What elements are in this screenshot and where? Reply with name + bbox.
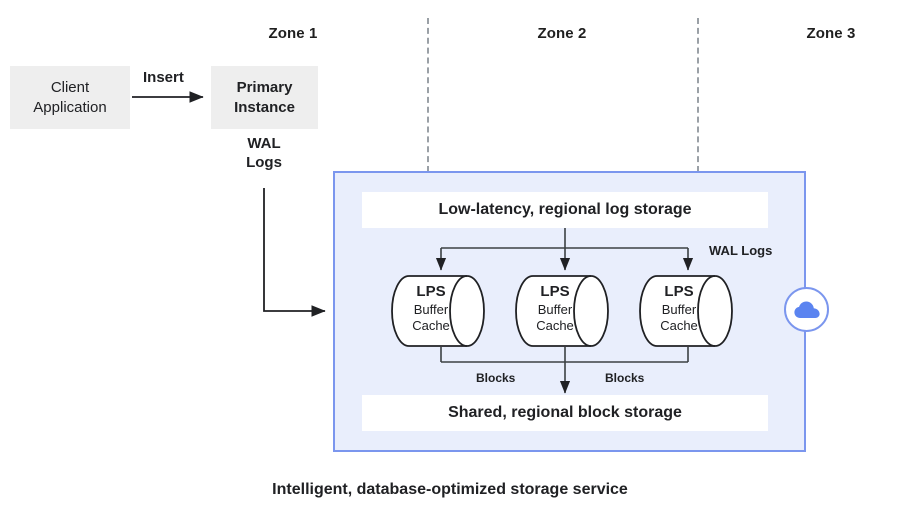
wal-logs-left-line-2: Logs <box>246 154 282 172</box>
client-application-box: Client Application <box>10 66 130 129</box>
lps-node-3-text: LPS Buffer Cache <box>649 283 709 334</box>
cloud-icon <box>793 301 820 318</box>
lps-node-3-title: LPS <box>664 283 694 300</box>
lps-node-3-sub-2: Cache <box>660 318 698 333</box>
lps-node-2-sub-1: Buffer <box>537 301 573 317</box>
primary-instance-line-2: Instance <box>234 98 295 116</box>
zone-divider-2 <box>697 18 699 172</box>
lps-node-3: LPS Buffer Cache <box>639 275 741 347</box>
lps-node-2-text: LPS Buffer Cache <box>525 283 585 334</box>
lps-node-2: LPS Buffer Cache <box>515 275 617 347</box>
insert-label: Insert <box>143 69 184 86</box>
log-storage-bar: Low-latency, regional log storage <box>362 192 768 228</box>
wal-logs-right-label: WAL Logs <box>709 243 773 258</box>
block-storage-bar: Shared, regional block storage <box>362 395 768 431</box>
lps-node-1-title: LPS <box>416 283 446 300</box>
lps-node-3-sub-1: Buffer <box>661 301 697 317</box>
diagram-caption: Intelligent, database-optimized storage … <box>272 481 628 498</box>
wal-logs-left-line-1: WAL <box>247 135 281 152</box>
zone-label-2: Zone 2 <box>537 25 587 42</box>
blocks-right-label: Blocks <box>605 371 645 385</box>
lps-node-1-sub-2: Cache <box>412 318 450 333</box>
cloud-badge <box>784 287 829 332</box>
client-application-line-2: Application <box>33 98 107 116</box>
primary-instance-box: Primary Instance <box>211 66 318 129</box>
diagram-canvas: Zone 1 Zone 2 Zone 3 Client Application … <box>0 0 900 532</box>
lps-node-2-title: LPS <box>540 283 570 300</box>
primary-instance-line-1: Primary <box>236 79 293 96</box>
lps-node-2-sub-2: Cache <box>536 318 574 333</box>
wal-logs-left-label: WAL Logs <box>246 134 282 172</box>
edge-wal-logs-to-storage <box>263 188 326 317</box>
zone-label-3: Zone 3 <box>806 25 856 42</box>
zone-divider-1 <box>427 18 429 172</box>
lps-node-1-sub-1: Buffer <box>413 301 449 317</box>
client-application-line-1: Client <box>50 79 90 96</box>
blocks-left-label: Blocks <box>476 371 516 385</box>
lps-node-1-text: LPS Buffer Cache <box>401 283 461 334</box>
zone-label-1: Zone 1 <box>268 25 318 42</box>
lps-node-1: LPS Buffer Cache <box>391 275 493 347</box>
